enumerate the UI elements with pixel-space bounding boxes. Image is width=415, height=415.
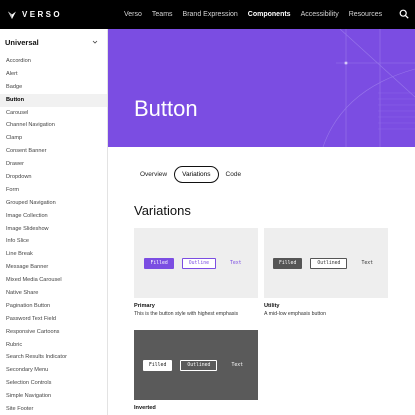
sidebar-item-simple-navigation[interactable]: Simple Navigation [0, 390, 107, 403]
nav-link-accessibility[interactable]: Accessibility [301, 11, 339, 18]
variation-card-utility: Filled Outlined Text Utility A mid-low e… [264, 228, 388, 317]
section-title: Variations [134, 203, 191, 218]
sidebar-item-password-text-field[interactable]: Password Text Field [0, 313, 107, 326]
primary-text-button[interactable]: Text [224, 258, 248, 269]
hero-decoration [322, 29, 415, 147]
verso-logo-icon [7, 10, 17, 20]
sidebar-item-native-share[interactable]: Native Share [0, 287, 107, 300]
nav-link-brand-expression[interactable]: Brand Expression [183, 11, 238, 18]
search-icon[interactable] [399, 9, 409, 19]
top-navigation: VERSO Verso Teams Brand Expression Compo… [0, 0, 415, 29]
inverted-outlined-button[interactable]: Outlined [180, 359, 218, 371]
sidebar-item-image-slideshow[interactable]: Image Slideshow [0, 223, 107, 236]
sidebar-item-button[interactable]: Button [0, 93, 107, 107]
sidebar-item-grouped-navigation[interactable]: Grouped Navigation [0, 197, 107, 210]
chevron-down-icon [92, 39, 98, 45]
utility-filled-button[interactable]: Filled [273, 257, 303, 269]
sidebar-item-clamp[interactable]: Clamp [0, 132, 107, 145]
sidebar-list: Accordion Alert Badge Button Carousel Ch… [0, 55, 107, 415]
sidebar-item-form[interactable]: Form [0, 184, 107, 197]
sidebar-item-info-slice[interactable]: Info Slice [0, 235, 107, 248]
tab-variations[interactable]: Variations [174, 166, 219, 183]
sidebar-item-responsive-cartoons[interactable]: Responsive Cartoons [0, 326, 107, 339]
utility-text-button[interactable]: Text [355, 258, 379, 269]
sidebar-item-search-results-indicator[interactable]: Search Results Indicator [0, 351, 107, 364]
nav-link-components[interactable]: Components [248, 11, 291, 18]
inverted-text-button[interactable]: Text [225, 360, 249, 371]
sidebar-item-secondary-menu[interactable]: Secondary Menu [0, 364, 107, 377]
sidebar-item-site-footer[interactable]: Site Footer [0, 403, 107, 415]
sidebar-item-line-break[interactable]: Line Break [0, 248, 107, 261]
nav-link-verso[interactable]: Verso [124, 11, 142, 18]
variation-label-primary: Primary [134, 303, 155, 309]
sidebar-section-toggle[interactable]: Universal [0, 29, 107, 55]
sidebar-item-badge[interactable]: Badge [0, 81, 107, 94]
sidebar-item-consent-banner[interactable]: Consent Banner [0, 145, 107, 158]
sidebar-item-rubric[interactable]: Rubric [0, 339, 107, 352]
sidebar-item-accordion[interactable]: Accordion [0, 55, 107, 68]
sidebar-item-carousel[interactable]: Carousel [0, 107, 107, 120]
sidebar-item-message-banner[interactable]: Message Banner [0, 261, 107, 274]
page-tabs: Overview Variations Code [134, 166, 248, 183]
sidebar-item-pagination-button[interactable]: Pagination Button [0, 300, 107, 313]
variation-card-primary: Filled Outline Text Primary This is the … [134, 228, 258, 317]
variation-card-inverted: Filled Outlined Text Inverted [134, 330, 258, 411]
variation-label-inverted: Inverted [134, 405, 156, 411]
preview-utility: Filled Outlined Text [264, 228, 388, 298]
sidebar-item-channel-navigation[interactable]: Channel Navigation [0, 119, 107, 132]
tab-overview[interactable]: Overview [134, 166, 174, 183]
sidebar-section-label: Universal [5, 37, 39, 47]
sidebar-item-mixed-media-carousel[interactable]: Mixed Media Carousel [0, 274, 107, 287]
brand-logo-link[interactable]: VERSO [7, 10, 62, 20]
variation-description-utility: A mid-low emphasis button [264, 311, 326, 317]
preview-primary: Filled Outline Text [134, 228, 258, 298]
sidebar-item-image-collection[interactable]: Image Collection [0, 210, 107, 223]
inverted-filled-button[interactable]: Filled [143, 359, 173, 371]
sidebar-item-selection-controls[interactable]: Selection Controls [0, 377, 107, 390]
sidebar-item-alert[interactable]: Alert [0, 68, 107, 81]
primary-filled-button[interactable]: Filled [144, 257, 174, 269]
nav-link-resources[interactable]: Resources [349, 11, 382, 18]
hero-banner: Button [108, 29, 415, 147]
page-title: Button [134, 96, 198, 121]
utility-outlined-button[interactable]: Outlined [310, 257, 348, 269]
variation-description-primary: This is the button style with highest em… [134, 311, 239, 317]
brand-name: VERSO [22, 10, 63, 19]
component-sidebar: Universal Accordion Alert Badge Button C… [0, 29, 108, 415]
sidebar-item-dropdown[interactable]: Dropdown [0, 171, 107, 184]
variation-label-utility: Utility [264, 303, 280, 309]
nav-link-teams[interactable]: Teams [152, 11, 173, 18]
sidebar-item-drawer[interactable]: Drawer [0, 158, 107, 171]
primary-nav: Verso Teams Brand Expression Components … [124, 0, 392, 29]
preview-inverted: Filled Outlined Text [134, 330, 258, 400]
primary-outlined-button[interactable]: Outline [181, 257, 216, 269]
tab-code[interactable]: Code [219, 166, 249, 183]
